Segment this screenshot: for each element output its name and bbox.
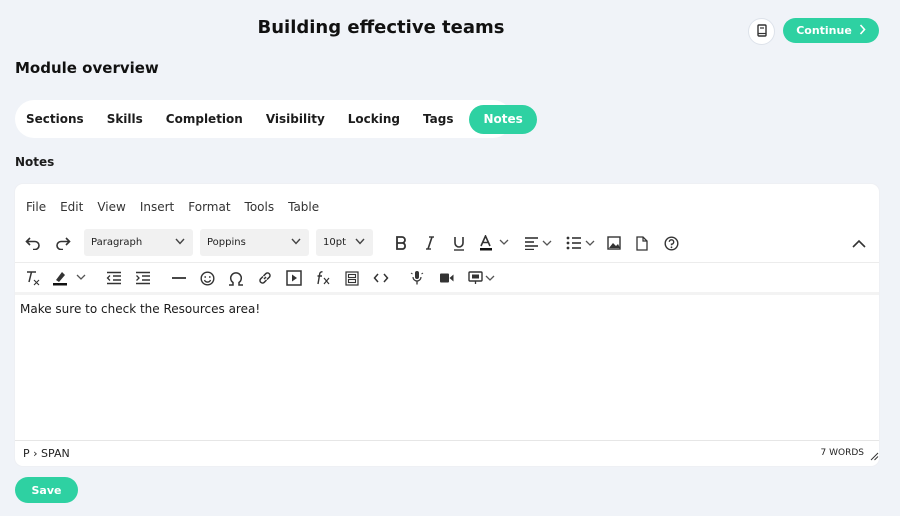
menu-tools[interactable]: Tools: [245, 200, 275, 214]
resize-handle-icon[interactable]: [870, 446, 879, 465]
rich-text-editor: File Edit View Insert Format Tools Table…: [15, 184, 879, 466]
underline-icon[interactable]: [449, 230, 469, 256]
editor-content[interactable]: Make sure to check the Resources area!: [20, 302, 260, 316]
undo-icon[interactable]: [23, 230, 43, 256]
menu-file[interactable]: File: [26, 200, 46, 214]
chevron-down-icon: [291, 237, 301, 248]
link-icon[interactable]: [255, 265, 275, 291]
template-icon[interactable]: [342, 265, 362, 291]
italic-icon[interactable]: [420, 230, 440, 256]
book-icon: [756, 22, 768, 41]
align-icon[interactable]: [523, 230, 555, 256]
clear-formatting-icon[interactable]: [23, 265, 43, 291]
word-count[interactable]: 7 WORDS: [821, 448, 864, 458]
resources-button[interactable]: [748, 18, 775, 45]
special-character-icon[interactable]: [226, 265, 246, 291]
menu-edit[interactable]: Edit: [60, 200, 83, 214]
menu-table[interactable]: Table: [288, 200, 319, 214]
font-family-value: Poppins: [207, 237, 246, 248]
block-format-value: Paragraph: [91, 237, 143, 248]
emoji-icon[interactable]: [197, 265, 217, 291]
menu-format[interactable]: Format: [188, 200, 230, 214]
screen-record-icon[interactable]: [467, 265, 497, 291]
tab-tags[interactable]: Tags: [423, 112, 453, 126]
tab-visibility[interactable]: Visibility: [266, 112, 325, 126]
editor-toolbar-secondary: [15, 262, 879, 292]
save-button[interactable]: Save: [15, 477, 78, 503]
chevron-right-icon: [859, 23, 866, 38]
image-icon[interactable]: [604, 230, 624, 256]
page-title: Building effective teams: [257, 17, 505, 38]
indent-icon[interactable]: [133, 265, 153, 291]
block-format-select[interactable]: Paragraph: [84, 229, 193, 256]
highlight-color-icon[interactable]: [51, 265, 91, 291]
text-color-icon[interactable]: [477, 230, 515, 256]
help-icon[interactable]: [661, 230, 681, 256]
chevron-down-icon: [175, 237, 185, 248]
continue-label: Continue: [796, 24, 852, 37]
document-icon[interactable]: [632, 230, 652, 256]
media-icon[interactable]: [284, 265, 304, 291]
video-record-icon[interactable]: [436, 265, 456, 291]
outdent-icon[interactable]: [104, 265, 124, 291]
toolbar-divider: [15, 292, 879, 295]
horizontal-rule-icon[interactable]: [169, 265, 189, 291]
chevron-down-icon: [355, 237, 365, 248]
font-family-select[interactable]: Poppins: [200, 229, 309, 256]
editor-menubar: File Edit View Insert Format Tools Table: [26, 200, 333, 214]
tab-bar: Sections Skills Completion Visibility Lo…: [15, 100, 537, 138]
formula-icon[interactable]: [313, 265, 333, 291]
tab-notes[interactable]: Notes: [469, 104, 537, 134]
collapse-toolbar-icon[interactable]: [849, 230, 869, 256]
module-title: Module overview: [15, 59, 159, 77]
redo-icon[interactable]: [53, 230, 73, 256]
tab-locking[interactable]: Locking: [348, 112, 400, 126]
element-path[interactable]: P › SPAN: [23, 447, 70, 460]
notes-label: Notes: [15, 155, 55, 169]
editor-statusbar: P › SPAN 7 WORDS: [15, 440, 879, 466]
bullet-list-icon[interactable]: [565, 230, 597, 256]
tab-skills[interactable]: Skills: [107, 112, 143, 126]
menu-view[interactable]: View: [97, 200, 125, 214]
font-size-value: 10pt: [323, 237, 346, 248]
source-code-icon[interactable]: [371, 265, 391, 291]
font-size-select[interactable]: 10pt: [316, 229, 373, 256]
bold-icon[interactable]: [391, 230, 411, 256]
audio-record-icon[interactable]: [407, 265, 427, 291]
continue-button[interactable]: Continue: [783, 18, 879, 43]
tab-sections[interactable]: Sections: [26, 112, 84, 126]
menu-insert[interactable]: Insert: [140, 200, 174, 214]
editor-toolbar-primary: Paragraph Poppins 10pt: [15, 228, 879, 258]
tab-completion[interactable]: Completion: [166, 112, 243, 126]
